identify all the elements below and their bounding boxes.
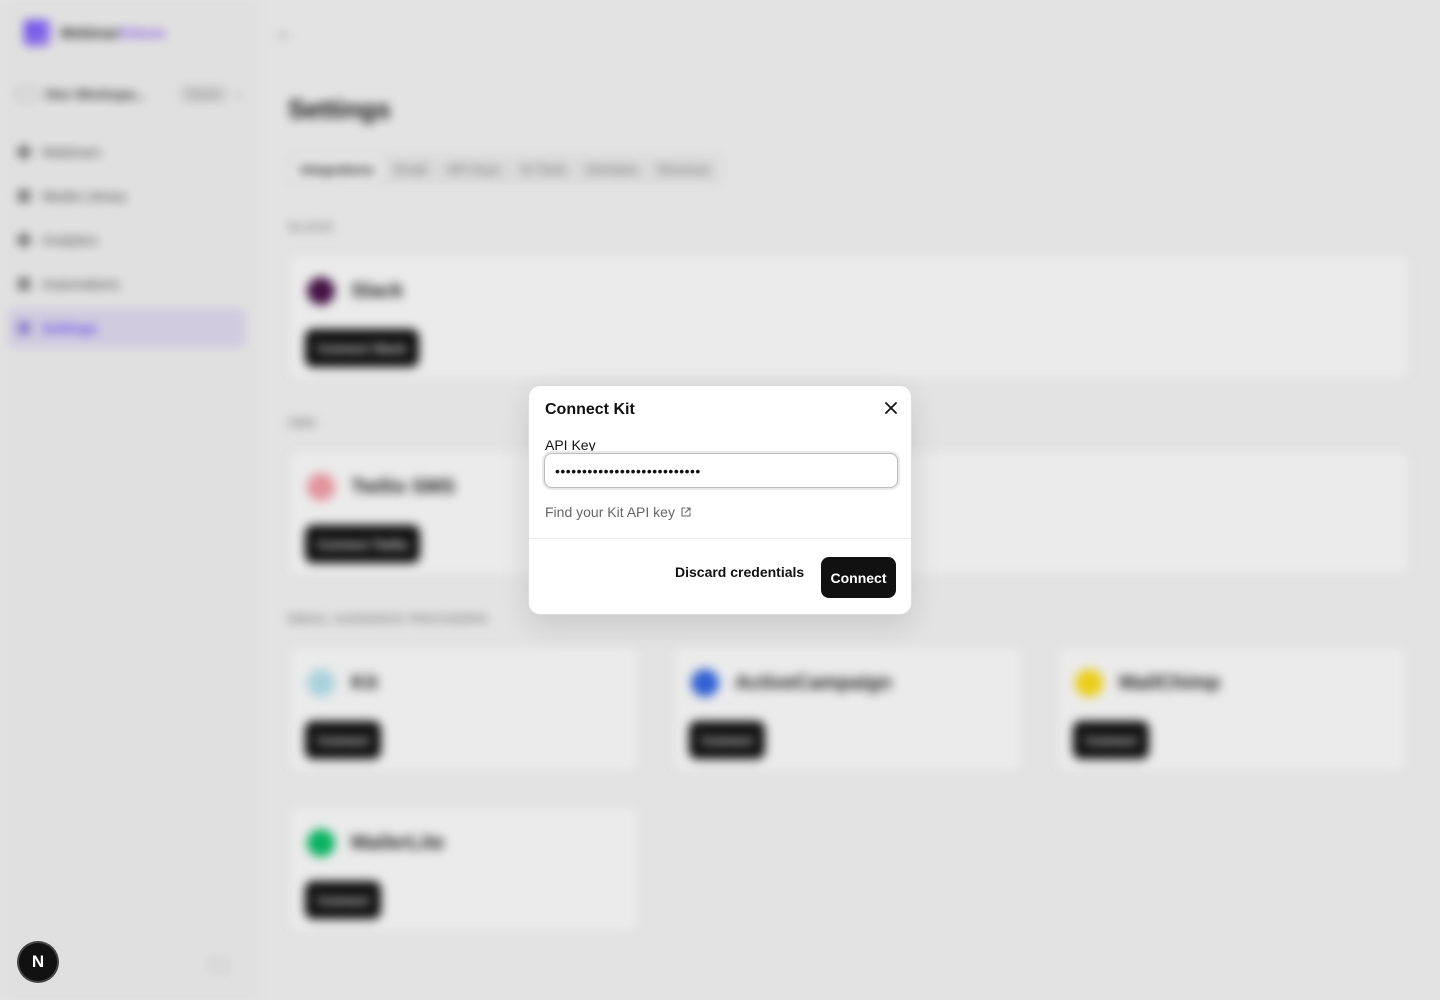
help-link-text: Find your Kit API key [545, 504, 675, 520]
connect-kit-dialog: Connect Kit API Key Find your Kit API ke… [528, 385, 912, 615]
discard-credentials-button[interactable]: Discard credentials [669, 558, 810, 586]
dialog-title: Connect Kit [545, 401, 635, 418]
api-key-label: API Key [545, 437, 596, 453]
dialog-divider [529, 538, 911, 539]
external-link-icon [681, 507, 691, 517]
api-key-input[interactable] [544, 453, 898, 488]
close-icon[interactable] [881, 398, 901, 418]
find-api-key-link[interactable]: Find your Kit API key [545, 504, 692, 520]
connect-button[interactable]: Connect [821, 557, 896, 598]
nextjs-dev-badge[interactable]: N [19, 943, 57, 981]
